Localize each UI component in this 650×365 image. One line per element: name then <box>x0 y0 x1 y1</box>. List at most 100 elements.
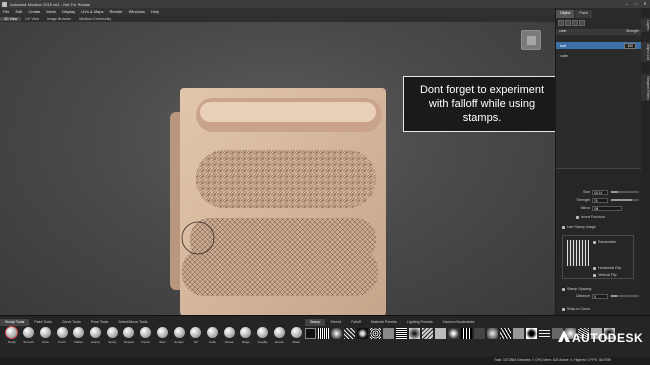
3d-viewport[interactable] <box>0 22 555 315</box>
stamp-thumbnail[interactable] <box>357 328 368 339</box>
use-stamp-image-checkbox[interactable] <box>562 225 565 229</box>
tab-material-presets[interactable]: Material Presets <box>366 319 402 326</box>
strength-slider[interactable] <box>611 199 639 201</box>
viewcube-icon[interactable] <box>521 30 541 50</box>
menu-uvs-maps[interactable]: UVs & Maps <box>78 9 106 14</box>
tool-smear[interactable]: Smear <box>223 327 235 361</box>
size-field[interactable]: 15.14 <box>592 189 608 195</box>
stamp-thumbnail[interactable] <box>487 328 498 339</box>
stamp-thumbnail[interactable] <box>448 328 459 339</box>
tool-pinch[interactable]: Pinch <box>56 327 68 361</box>
tool-freeze[interactable]: Freeze <box>273 327 286 361</box>
tab-falloff[interactable]: Falloff <box>346 319 366 326</box>
new-layer-icon[interactable] <box>558 20 564 26</box>
tool-fill[interactable]: Fill <box>190 327 202 361</box>
invert-function-checkbox[interactable] <box>576 215 579 219</box>
tool-spray[interactable]: Spray <box>106 327 118 361</box>
distance-slider[interactable] <box>611 295 639 297</box>
menu-display[interactable]: Display <box>59 9 78 14</box>
maximize-icon[interactable]: □ <box>633 1 639 6</box>
tool-bulge[interactable]: Bulge <box>240 327 252 361</box>
vtab-viewport-filters[interactable]: Viewport Filters <box>641 74 650 103</box>
tab-stencil[interactable]: Stencil <box>325 319 346 326</box>
tab-curve-tools[interactable]: Curve Tools <box>57 319 86 326</box>
menu-mesh[interactable]: Mesh <box>43 9 59 14</box>
tool-scrape[interactable]: Scrape <box>173 327 185 361</box>
stamp-spacing-checkbox[interactable] <box>562 287 565 291</box>
layer-row-cube[interactable]: cube <box>556 52 642 59</box>
stamp-thumbnail[interactable] <box>409 328 420 339</box>
tool-flatten[interactable]: Flatten <box>73 327 85 361</box>
vertical-flip-row[interactable]: Vertical Flip <box>593 273 617 277</box>
layer-options-icon[interactable] <box>579 20 585 26</box>
size-slider[interactable] <box>611 191 639 193</box>
tab-lighting-presets[interactable]: Lighting Presets <box>402 319 438 326</box>
stamp-thumbnail[interactable] <box>461 328 472 339</box>
distance-field[interactable]: 5 <box>592 293 608 299</box>
stamp-off[interactable] <box>305 328 316 339</box>
tool-foamy[interactable]: Foamy <box>89 327 102 361</box>
stamp-thumbnail[interactable] <box>526 328 537 339</box>
tab-paint[interactable]: Paint <box>575 10 592 18</box>
stamp-thumbnail[interactable] <box>370 328 381 339</box>
tab-paint-tools[interactable]: Paint Tools <box>29 319 57 326</box>
tab-select-move-tools[interactable]: Select/Move Tools <box>113 319 152 326</box>
snap-to-curve-row[interactable]: Snap to Curve <box>562 307 590 311</box>
use-stamp-image-row[interactable]: Use Stamp Image <box>562 225 596 229</box>
tool-wax[interactable]: Wax <box>156 327 168 361</box>
stamp-thumbnail[interactable] <box>396 328 407 339</box>
minimize-icon[interactable]: – <box>624 1 630 6</box>
menu-windows[interactable]: Windows <box>126 9 148 14</box>
stamp-thumbnail[interactable] <box>500 328 511 339</box>
tab-pose-tools[interactable]: Pose Tools <box>86 319 114 326</box>
delete-layer-icon[interactable] <box>572 20 578 26</box>
strength-field[interactable]: 75 <box>592 197 608 203</box>
stamp-thumbnail[interactable] <box>435 328 446 339</box>
stamp-thumbnail[interactable] <box>383 328 394 339</box>
invert-function-row[interactable]: Invert Function <box>576 215 605 219</box>
stamp-spacing-row[interactable]: Stamp Spacing <box>562 287 591 291</box>
tool-amplify[interactable]: Amplify <box>257 327 269 361</box>
tool-mask[interactable]: Mask <box>290 327 302 361</box>
stamp-thumbnail[interactable] <box>474 328 485 339</box>
tool-sculpt[interactable]: Sculpt <box>6 327 18 361</box>
tool-smooth[interactable]: Smooth <box>23 327 35 361</box>
menu-edit[interactable]: Edit <box>12 9 25 14</box>
menu-file[interactable]: File <box>0 9 12 14</box>
tab-stamp[interactable]: Stamp <box>305 319 326 326</box>
menu-help[interactable]: Help <box>148 9 162 14</box>
tab-sculpt-tools[interactable]: Sculpt Tools <box>0 319 30 326</box>
stamp-thumbnail[interactable] <box>422 328 433 339</box>
tab-image-browser[interactable]: Image Browser <box>43 17 75 21</box>
randomize-row[interactable]: Randomize <box>593 240 616 244</box>
randomize-checkbox[interactable] <box>593 240 596 244</box>
tab-uv-view[interactable]: UV View <box>21 17 43 21</box>
stamp-preview[interactable] <box>567 240 589 266</box>
horizontal-flip-checkbox[interactable] <box>593 266 596 270</box>
tool-knife[interactable]: Knife <box>206 327 219 361</box>
close-icon[interactable]: ✕ <box>642 1 648 6</box>
vtab-object-list[interactable]: Object List <box>641 42 650 64</box>
vertical-flip-checkbox[interactable] <box>593 273 596 277</box>
horizontal-flip-row[interactable]: Horizontal Flip <box>593 266 621 270</box>
stamp-thumbnail[interactable] <box>318 328 329 339</box>
snap-to-curve-checkbox[interactable] <box>562 307 565 311</box>
menu-create[interactable]: Create <box>25 9 43 14</box>
vtab-layers[interactable]: Layers <box>641 18 650 34</box>
layer-row-bad[interactable]: bad 100 <box>556 42 642 49</box>
duplicate-layer-icon[interactable] <box>565 20 571 26</box>
stamp-thumbnail[interactable] <box>331 328 342 339</box>
tab-3d-view[interactable]: 3D View <box>0 16 22 21</box>
mirror-select[interactable]: Off <box>592 205 622 211</box>
tool-imprint[interactable]: Imprint <box>140 327 152 361</box>
stamp-thumbnail[interactable] <box>539 328 550 339</box>
tool-repeat[interactable]: Repeat <box>123 327 135 361</box>
tool-grab[interactable]: Grab <box>39 327 51 361</box>
layer-strength-value[interactable]: 100 <box>624 42 636 49</box>
stamp-thumbnail[interactable] <box>344 328 355 339</box>
stamp-thumbnail[interactable] <box>513 328 524 339</box>
tab-camera-bookmarks[interactable]: Camera Bookmarks <box>438 319 480 326</box>
menu-render[interactable]: Render <box>107 9 126 14</box>
tab-object[interactable]: Object <box>556 10 575 18</box>
tab-mudbox-community[interactable]: Mudbox Community <box>75 17 115 21</box>
